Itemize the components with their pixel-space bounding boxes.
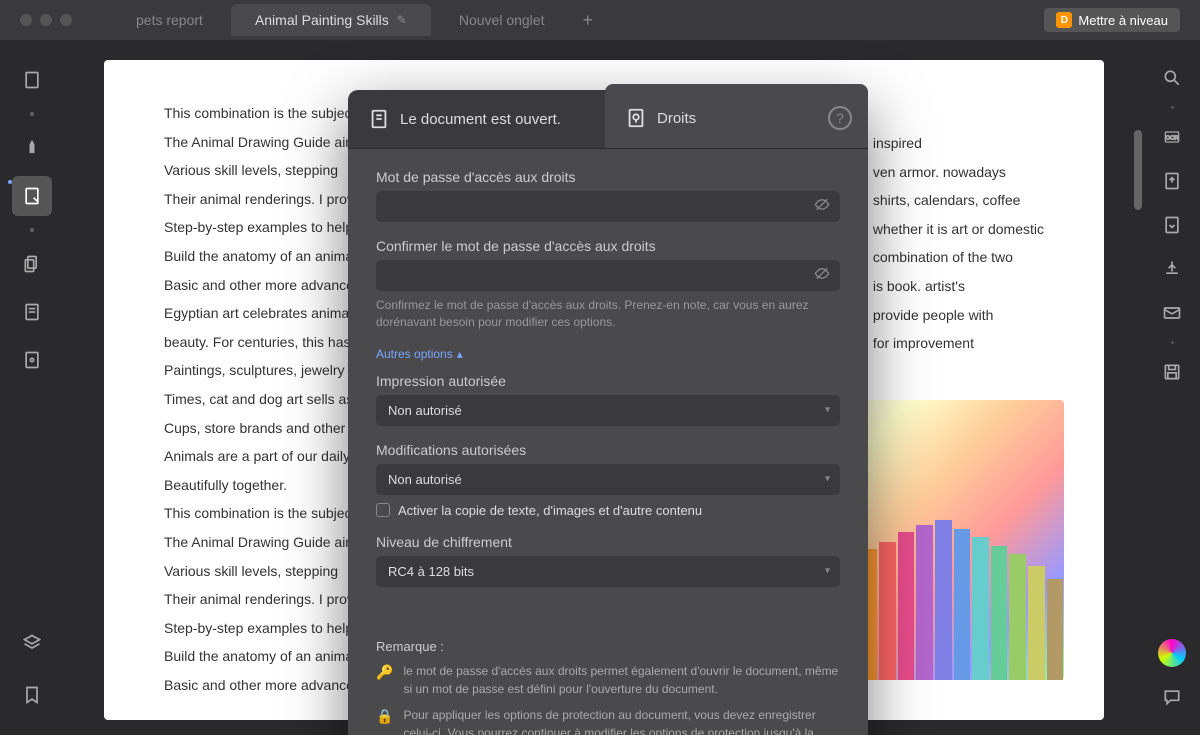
minimize-window[interactable]	[40, 14, 52, 26]
tab-document-open[interactable]: Le document est ouvert.	[348, 90, 611, 148]
page-tool[interactable]	[12, 60, 52, 100]
chat-icon[interactable]	[1154, 679, 1190, 715]
password-input[interactable]	[376, 191, 840, 222]
separator-dot	[30, 228, 34, 232]
pages-tool[interactable]	[12, 292, 52, 332]
window-controls	[20, 14, 72, 26]
save-icon[interactable]	[1154, 354, 1190, 390]
highlight-tool[interactable]	[12, 128, 52, 168]
modifications-select[interactable]: Non autorisé	[376, 464, 840, 495]
upgrade-badge: D	[1056, 12, 1072, 28]
svg-text:OCR: OCR	[1166, 136, 1179, 142]
remark-lock: 🔒 Pour appliquer les options de protecti…	[376, 706, 840, 735]
edit-tool[interactable]	[12, 176, 52, 216]
toggle-password-icon[interactable]	[814, 196, 830, 217]
confirm-password-input[interactable]	[376, 260, 840, 291]
titlebar: pets report Animal Painting Skills ✎ Nou…	[0, 0, 1200, 40]
modal-tabs: Le document est ouvert. Droits ?	[348, 90, 868, 149]
tab-pets-report[interactable]: pets report	[112, 4, 227, 36]
document-viewport: This combination is the subject ofThe An…	[64, 40, 1144, 735]
chevron-up-icon: ▴	[457, 347, 463, 361]
modal-overlay: Le document est ouvert. Droits ? Mot de …	[128, 80, 1088, 735]
separator-dot	[1171, 341, 1174, 344]
encryption-select[interactable]: RC4 à 128 bits	[376, 556, 840, 587]
document-icon	[368, 108, 390, 130]
copy-tool[interactable]	[12, 244, 52, 284]
convert-icon[interactable]	[1154, 207, 1190, 243]
close-window[interactable]	[20, 14, 32, 26]
remark-title: Remarque :	[376, 639, 840, 654]
toggle-confirm-password-icon[interactable]	[814, 265, 830, 286]
encryption-label: Niveau de chiffrement	[376, 534, 840, 550]
export-icon[interactable]	[1154, 163, 1190, 199]
print-label: Impression autorisée	[376, 373, 840, 389]
tab-animal-painting[interactable]: Animal Painting Skills ✎	[231, 4, 431, 36]
ocr-icon[interactable]: OCR	[1154, 119, 1190, 155]
right-toolbar: OCR	[1144, 40, 1200, 735]
scrollbar-thumb[interactable]	[1134, 130, 1142, 210]
password-label: Mot de passe d'accès aux droits	[376, 169, 840, 185]
active-indicator	[8, 180, 12, 184]
shield-icon	[625, 107, 647, 129]
modifications-label: Modifications autorisées	[376, 442, 840, 458]
search-icon[interactable]	[1154, 60, 1190, 96]
edit-tab-icon[interactable]: ✎	[397, 13, 407, 27]
left-toolbar	[0, 40, 64, 735]
ai-assistant-icon[interactable]	[1158, 639, 1186, 667]
security-modal: Le document est ouvert. Droits ? Mot de …	[348, 90, 868, 735]
tab-nouvel-onglet[interactable]: Nouvel onglet	[435, 4, 569, 36]
copy-checkbox-label: Activer la copie de texte, d'images et d…	[398, 503, 702, 518]
print-select[interactable]: Non autorisé	[376, 395, 840, 426]
mail-icon[interactable]	[1154, 295, 1190, 331]
tab-bar: pets report Animal Painting Skills ✎ Nou…	[112, 4, 1044, 36]
confirm-hint: Confirmez le mot de passe d'accès aux dr…	[376, 297, 840, 331]
maximize-window[interactable]	[60, 14, 72, 26]
scrollbar[interactable]	[1134, 100, 1142, 675]
key-icon: 🔑	[376, 662, 393, 698]
separator-dot	[30, 112, 34, 116]
help-icon[interactable]: ?	[828, 106, 852, 130]
remark-key: 🔑 le mot de passe d'accès aux droits per…	[376, 662, 840, 698]
confirm-password-label: Confirmer le mot de passe d'accès aux dr…	[376, 238, 840, 254]
bookmark-tool[interactable]	[12, 675, 52, 715]
upgrade-button[interactable]: D Mettre à niveau	[1044, 8, 1180, 32]
separator-dot	[1171, 106, 1174, 109]
more-options-toggle[interactable]: Autres options ▴	[376, 347, 840, 361]
lock-icon: 🔒	[376, 706, 393, 735]
share-icon[interactable]	[1154, 251, 1190, 287]
copy-checkbox[interactable]	[376, 503, 390, 517]
layers-tool[interactable]	[12, 623, 52, 663]
add-tab-button[interactable]: +	[572, 10, 603, 31]
protect-tool[interactable]	[12, 340, 52, 380]
